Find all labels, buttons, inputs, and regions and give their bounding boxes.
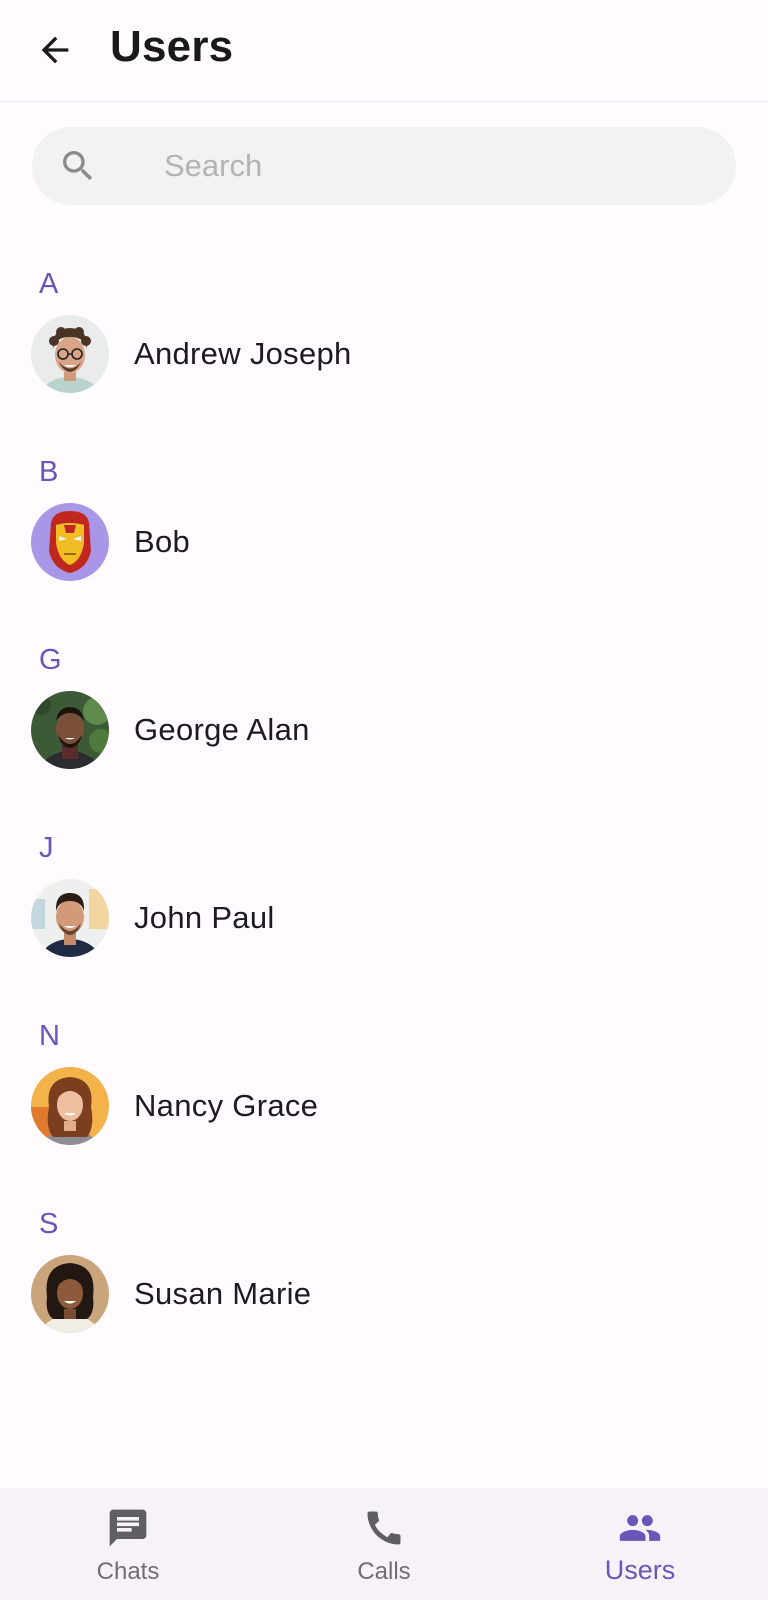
chat-icon: [109, 1509, 147, 1547]
section-g: G George Alan: [0, 616, 768, 804]
nav-item-users[interactable]: Users: [512, 1488, 768, 1600]
section-header: B: [39, 456, 59, 488]
avatar: [31, 879, 109, 957]
section-b: B Bob: [0, 428, 768, 616]
users-icon: [619, 1515, 661, 1541]
section-a: A Andrew Joseph: [0, 240, 768, 428]
user-row-susan-marie[interactable]: Susan Marie: [0, 1252, 768, 1336]
avatar: [31, 691, 109, 769]
bottom-navigation: Chats Calls Users: [0, 1488, 768, 1600]
section-header: G: [39, 644, 62, 676]
user-name: Susan Marie: [134, 1276, 312, 1311]
nav-label: Calls: [357, 1558, 411, 1585]
user-name: Andrew Joseph: [134, 336, 352, 371]
phone-icon: [367, 1511, 401, 1545]
avatar: [31, 503, 109, 581]
user-row-nancy-grace[interactable]: Nancy Grace: [0, 1064, 768, 1148]
arrow-back-icon: [41, 36, 69, 64]
search-icon: [63, 151, 93, 181]
user-name: Nancy Grace: [134, 1088, 319, 1123]
avatar: [31, 1067, 109, 1145]
user-name: John Paul: [134, 900, 275, 935]
user-list: A Andrew Joseph B Bob G George Alan J Jo…: [0, 240, 768, 1368]
nav-item-calls[interactable]: Calls: [256, 1488, 512, 1600]
app-bar: Users: [0, 0, 768, 102]
user-row-george-alan[interactable]: George Alan: [0, 688, 768, 772]
search-bar[interactable]: [32, 127, 736, 205]
nav-item-chats[interactable]: Chats: [0, 1488, 256, 1600]
users-screen: Users A: [0, 0, 768, 1600]
avatar: [31, 1255, 109, 1333]
user-row-andrew-joseph[interactable]: Andrew Joseph: [0, 312, 768, 396]
nav-label: Chats: [96, 1558, 160, 1585]
user-name: Bob: [134, 524, 191, 559]
user-row-john-paul[interactable]: John Paul: [0, 876, 768, 960]
search-input[interactable]: [164, 141, 704, 191]
back-button[interactable]: [30, 25, 80, 75]
section-header: N: [39, 1020, 60, 1052]
section-header: J: [39, 832, 54, 864]
page-title: Users: [110, 22, 234, 71]
user-name: George Alan: [134, 712, 310, 747]
section-s: S Susan Marie: [0, 1180, 768, 1368]
user-row-bob[interactable]: Bob: [0, 500, 768, 584]
section-j: J John Paul: [0, 804, 768, 992]
section-header: A: [39, 268, 59, 300]
section-header: S: [39, 1208, 59, 1240]
nav-label: Users: [604, 1555, 676, 1585]
avatar: [31, 315, 109, 393]
section-n: N Nancy Grace: [0, 992, 768, 1180]
